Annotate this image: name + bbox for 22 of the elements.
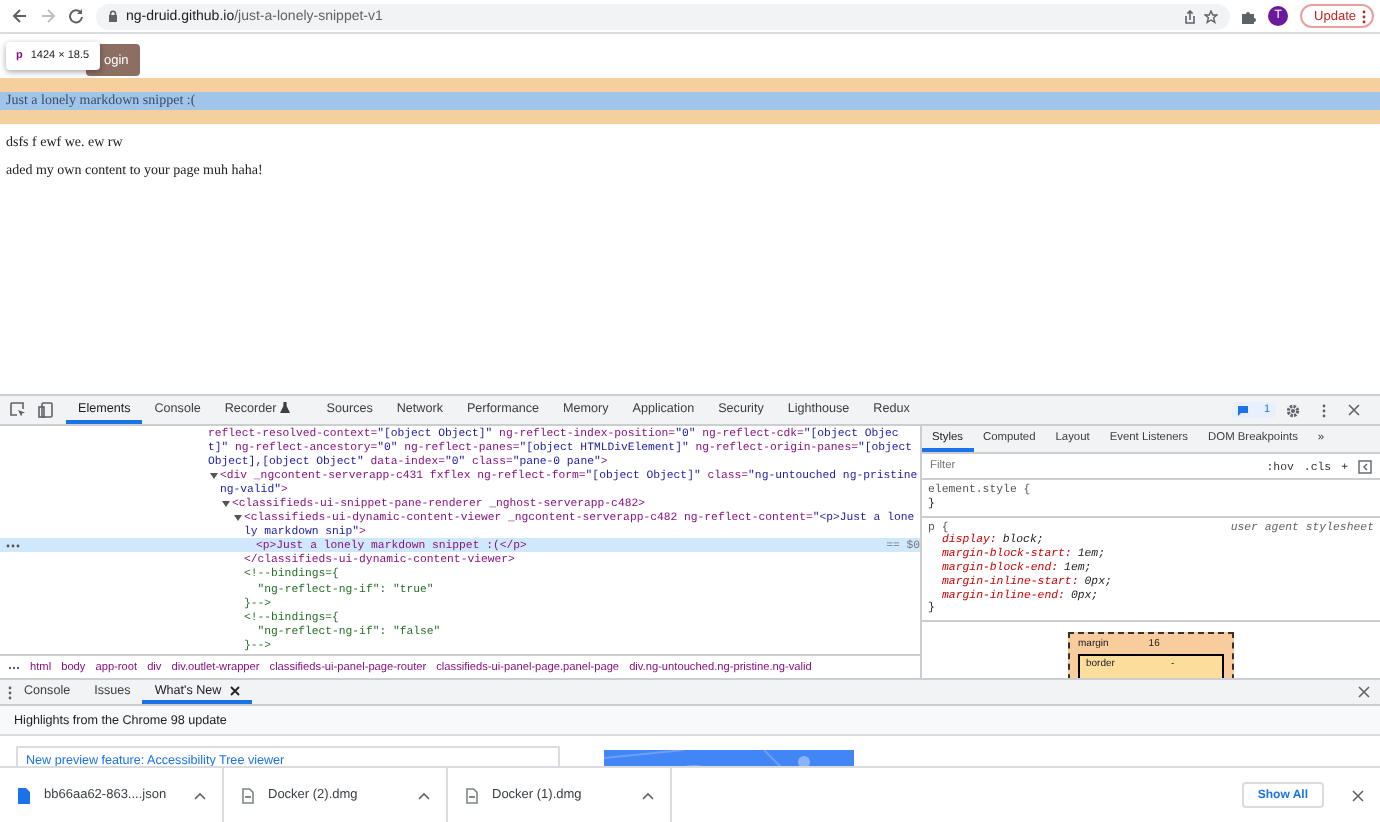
star-icon[interactable] bbox=[1204, 9, 1219, 23]
close-icon[interactable] bbox=[1352, 789, 1364, 801]
close-icon[interactable] bbox=[229, 685, 240, 695]
file-icon[interactable] bbox=[242, 787, 254, 803]
reload-icon[interactable] bbox=[68, 8, 84, 24]
caret-icon[interactable] bbox=[194, 791, 206, 799]
caret-icon[interactable] bbox=[418, 791, 430, 799]
back-icon[interactable] bbox=[12, 8, 28, 24]
expand-arrow-icon[interactable] bbox=[234, 514, 242, 523]
lock-icon[interactable] bbox=[108, 10, 118, 22]
device-icon[interactable] bbox=[38, 402, 54, 418]
file-icon[interactable] bbox=[18, 787, 30, 803]
settings-icon[interactable] bbox=[1286, 403, 1300, 417]
expand-arrow-icon[interactable] bbox=[222, 500, 230, 509]
caret-icon[interactable] bbox=[642, 791, 654, 799]
share-icon[interactable] bbox=[1184, 9, 1197, 23]
sidebar-toggle-icon[interactable] bbox=[1358, 459, 1372, 473]
file-icon[interactable] bbox=[466, 787, 478, 803]
inspect-icon[interactable] bbox=[10, 402, 26, 418]
more-icon[interactable] bbox=[6, 544, 20, 549]
extensions-icon[interactable] bbox=[1242, 9, 1257, 23]
expand-arrow-icon[interactable] bbox=[210, 472, 218, 481]
